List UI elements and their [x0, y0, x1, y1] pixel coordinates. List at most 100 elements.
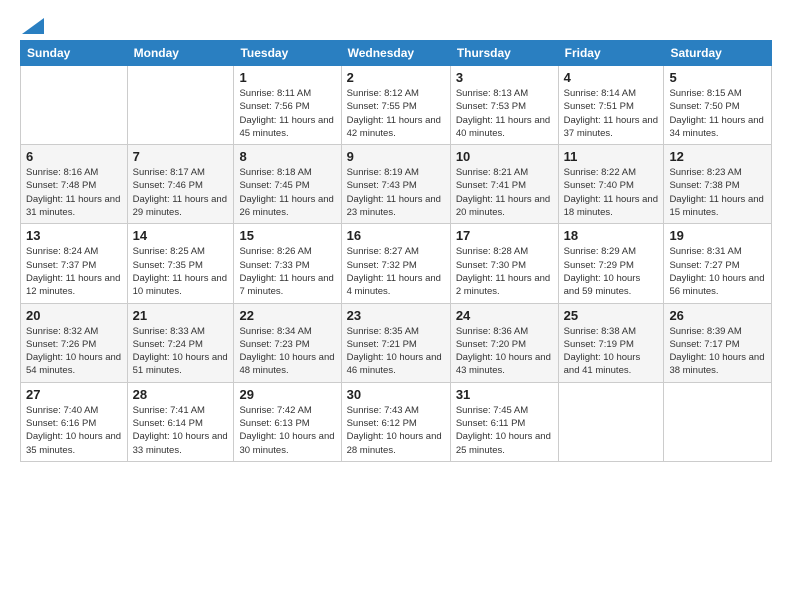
- calendar-cell: [21, 66, 128, 145]
- day-info: Sunrise: 8:23 AM Sunset: 7:38 PM Dayligh…: [669, 166, 766, 219]
- calendar-cell: 29 Sunrise: 7:42 AM Sunset: 6:13 PM Dayli…: [234, 382, 341, 461]
- day-info: Sunrise: 8:15 AM Sunset: 7:50 PM Dayligh…: [669, 87, 766, 140]
- calendar-cell: 31Sunrise: 7:45 AM Sunset: 6:11 PM Dayli…: [450, 382, 558, 461]
- calendar-cell: 23 Sunrise: 8:35 AM Sunset: 7:21 PM Dayli…: [341, 303, 450, 382]
- calendar-cell: 14 Sunrise: 8:25 AM Sunset: 7:35 PM Dayli…: [127, 224, 234, 303]
- day-info: Sunrise: 8:12 AM Sunset: 7:55 PM Dayligh…: [347, 87, 445, 140]
- day-info: Sunrise: 8:21 AM Sunset: 7:41 PM Dayligh…: [456, 166, 553, 219]
- day-number: 25: [564, 308, 659, 323]
- day-info: Sunrise: 8:27 AM Sunset: 7:32 PM Dayligh…: [347, 245, 445, 298]
- day-info: Sunrise: 8:28 AM Sunset: 7:30 PM Dayligh…: [456, 245, 553, 298]
- calendar-cell: 19 Sunrise: 8:31 AM Sunset: 7:27 PM Dayli…: [664, 224, 772, 303]
- day-info: Sunrise: 8:16 AM Sunset: 7:48 PM Dayligh…: [26, 166, 122, 219]
- calendar-cell: 7Sunrise: 8:17 AM Sunset: 7:46 PM Daylig…: [127, 145, 234, 224]
- day-info: Sunrise: 8:18 AM Sunset: 7:45 PM Dayligh…: [239, 166, 335, 219]
- calendar-cell: 17 Sunrise: 8:28 AM Sunset: 7:30 PM Dayli…: [450, 224, 558, 303]
- calendar-cell: 20Sunrise: 8:32 AM Sunset: 7:26 PM Dayli…: [21, 303, 128, 382]
- day-number: 16: [347, 228, 445, 243]
- calendar-cell: 10 Sunrise: 8:21 AM Sunset: 7:41 PM Dayli…: [450, 145, 558, 224]
- day-info: Sunrise: 8:26 AM Sunset: 7:33 PM Dayligh…: [239, 245, 335, 298]
- calendar-week-row: 1 Sunrise: 8:11 AM Sunset: 7:56 PM Daylig…: [21, 66, 772, 145]
- day-number: 2: [347, 70, 445, 85]
- day-number: 8: [239, 149, 335, 164]
- day-info: Sunrise: 8:19 AM Sunset: 7:43 PM Dayligh…: [347, 166, 445, 219]
- calendar-cell: 5 Sunrise: 8:15 AM Sunset: 7:50 PM Daylig…: [664, 66, 772, 145]
- day-number: 18: [564, 228, 659, 243]
- day-number: 1: [239, 70, 335, 85]
- day-number: 11: [564, 149, 659, 164]
- calendar-week-row: 13 Sunrise: 8:24 AM Sunset: 7:37 PM Dayli…: [21, 224, 772, 303]
- calendar-cell: 1 Sunrise: 8:11 AM Sunset: 7:56 PM Daylig…: [234, 66, 341, 145]
- calendar-cell: 18 Sunrise: 8:29 AM Sunset: 7:29 PM Dayli…: [558, 224, 664, 303]
- day-info: Sunrise: 8:13 AM Sunset: 7:53 PM Dayligh…: [456, 87, 553, 140]
- day-header: Wednesday: [341, 41, 450, 66]
- day-header: Monday: [127, 41, 234, 66]
- day-info: Sunrise: 8:39 AM Sunset: 7:17 PM Dayligh…: [669, 325, 766, 378]
- calendar-cell: 21Sunrise: 8:33 AM Sunset: 7:24 PM Dayli…: [127, 303, 234, 382]
- day-number: 17: [456, 228, 553, 243]
- day-number: 13: [26, 228, 122, 243]
- day-number: 27: [26, 387, 122, 402]
- day-info: Sunrise: 7:43 AM Sunset: 6:12 PM Dayligh…: [347, 404, 445, 457]
- day-number: 19: [669, 228, 766, 243]
- calendar-cell: 27 Sunrise: 7:40 AM Sunset: 6:16 PM Dayli…: [21, 382, 128, 461]
- day-number: 4: [564, 70, 659, 85]
- day-number: 21: [133, 308, 229, 323]
- calendar-cell: 26 Sunrise: 8:39 AM Sunset: 7:17 PM Dayli…: [664, 303, 772, 382]
- day-number: 26: [669, 308, 766, 323]
- calendar-cell: [558, 382, 664, 461]
- day-info: Sunrise: 7:40 AM Sunset: 6:16 PM Dayligh…: [26, 404, 122, 457]
- day-header: Saturday: [664, 41, 772, 66]
- day-info: Sunrise: 8:35 AM Sunset: 7:21 PM Dayligh…: [347, 325, 445, 378]
- day-info: Sunrise: 8:34 AM Sunset: 7:23 PM Dayligh…: [239, 325, 335, 378]
- calendar-cell: 28Sunrise: 7:41 AM Sunset: 6:14 PM Dayli…: [127, 382, 234, 461]
- day-number: 31: [456, 387, 553, 402]
- header: [20, 18, 772, 34]
- day-info: Sunrise: 8:24 AM Sunset: 7:37 PM Dayligh…: [26, 245, 122, 298]
- calendar-cell: 8 Sunrise: 8:18 AM Sunset: 7:45 PM Daylig…: [234, 145, 341, 224]
- calendar-cell: 11Sunrise: 8:22 AM Sunset: 7:40 PM Dayli…: [558, 145, 664, 224]
- day-info: Sunrise: 8:25 AM Sunset: 7:35 PM Dayligh…: [133, 245, 229, 298]
- calendar-cell: 2 Sunrise: 8:12 AM Sunset: 7:55 PM Daylig…: [341, 66, 450, 145]
- day-number: 10: [456, 149, 553, 164]
- calendar-cell: 6 Sunrise: 8:16 AM Sunset: 7:48 PM Daylig…: [21, 145, 128, 224]
- day-header: Tuesday: [234, 41, 341, 66]
- page: SundayMondayTuesdayWednesdayThursdayFrid…: [0, 0, 792, 480]
- day-number: 30: [347, 387, 445, 402]
- day-number: 20: [26, 308, 122, 323]
- day-info: Sunrise: 8:29 AM Sunset: 7:29 PM Dayligh…: [564, 245, 659, 298]
- day-number: 12: [669, 149, 766, 164]
- calendar-cell: 12 Sunrise: 8:23 AM Sunset: 7:38 PM Dayli…: [664, 145, 772, 224]
- calendar-week-row: 20Sunrise: 8:32 AM Sunset: 7:26 PM Dayli…: [21, 303, 772, 382]
- day-info: Sunrise: 8:17 AM Sunset: 7:46 PM Dayligh…: [133, 166, 229, 219]
- day-number: 6: [26, 149, 122, 164]
- calendar-cell: 4Sunrise: 8:14 AM Sunset: 7:51 PM Daylig…: [558, 66, 664, 145]
- day-number: 9: [347, 149, 445, 164]
- day-number: 28: [133, 387, 229, 402]
- header-row: SundayMondayTuesdayWednesdayThursdayFrid…: [21, 41, 772, 66]
- calendar-cell: 3 Sunrise: 8:13 AM Sunset: 7:53 PM Daylig…: [450, 66, 558, 145]
- calendar-cell: [127, 66, 234, 145]
- day-info: Sunrise: 7:42 AM Sunset: 6:13 PM Dayligh…: [239, 404, 335, 457]
- logo: [20, 18, 44, 34]
- day-number: 29: [239, 387, 335, 402]
- calendar-cell: 16 Sunrise: 8:27 AM Sunset: 7:32 PM Dayli…: [341, 224, 450, 303]
- day-info: Sunrise: 8:11 AM Sunset: 7:56 PM Dayligh…: [239, 87, 335, 140]
- day-number: 23: [347, 308, 445, 323]
- calendar-cell: 22 Sunrise: 8:34 AM Sunset: 7:23 PM Dayli…: [234, 303, 341, 382]
- day-header: Sunday: [21, 41, 128, 66]
- day-number: 5: [669, 70, 766, 85]
- logo-icon: [22, 18, 44, 34]
- day-number: 22: [239, 308, 335, 323]
- day-number: 24: [456, 308, 553, 323]
- calendar-week-row: 27 Sunrise: 7:40 AM Sunset: 6:16 PM Dayli…: [21, 382, 772, 461]
- calendar-cell: 9 Sunrise: 8:19 AM Sunset: 7:43 PM Daylig…: [341, 145, 450, 224]
- day-header: Thursday: [450, 41, 558, 66]
- calendar-cell: [664, 382, 772, 461]
- calendar-cell: 30 Sunrise: 7:43 AM Sunset: 6:12 PM Dayli…: [341, 382, 450, 461]
- day-info: Sunrise: 8:31 AM Sunset: 7:27 PM Dayligh…: [669, 245, 766, 298]
- day-info: Sunrise: 8:36 AM Sunset: 7:20 PM Dayligh…: [456, 325, 553, 378]
- day-number: 14: [133, 228, 229, 243]
- day-number: 3: [456, 70, 553, 85]
- calendar-cell: 15Sunrise: 8:26 AM Sunset: 7:33 PM Dayli…: [234, 224, 341, 303]
